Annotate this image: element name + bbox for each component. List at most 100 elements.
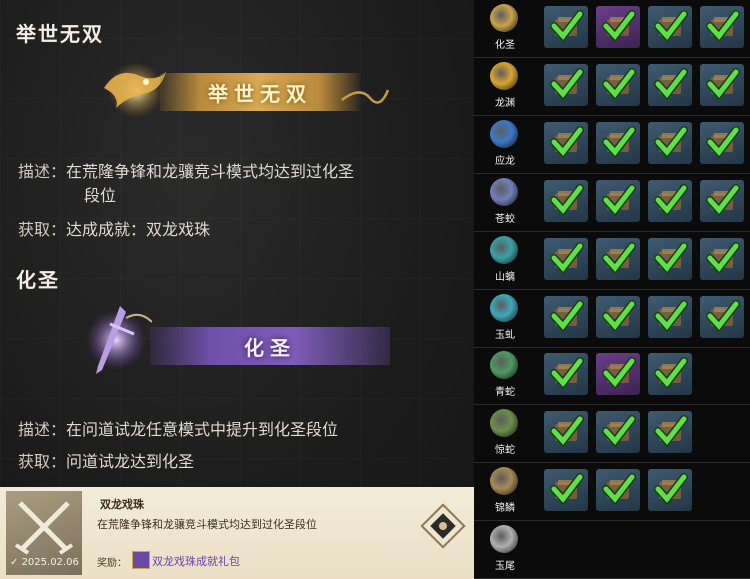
checkmark-icon (550, 68, 584, 101)
achievement-banner-2: 化圣 (150, 327, 390, 365)
checkmark-icon (602, 415, 636, 448)
checkmark-icon (706, 300, 740, 333)
reward-item-slot[interactable] (700, 6, 744, 48)
reward-item-slot[interactable] (544, 64, 588, 106)
checkmark-icon (550, 10, 584, 43)
reward-item-slot[interactable] (648, 180, 692, 222)
rank-label: 苍蛟 (495, 214, 515, 225)
rank-label: 玉尾 (495, 561, 515, 572)
reward-name[interactable]: 双龙戏珠成就礼包 (152, 553, 240, 569)
row-divider (474, 115, 750, 116)
rank-tier-1[interactable]: 化圣 (478, 2, 532, 54)
achievement-banner-1: 举世无双 (160, 73, 360, 111)
rank-tier-4[interactable]: 苍蛟 (478, 176, 532, 228)
reward-item-slot[interactable] (648, 64, 692, 106)
rank-label: 锦鳞 (495, 503, 515, 514)
reward-item-slot[interactable] (544, 238, 588, 280)
reward-label: 奖励： (97, 558, 127, 569)
checkmark-icon (550, 415, 584, 448)
achievement-date: ✓ 2025.02.06 (10, 557, 79, 568)
reward-item-slot[interactable] (648, 411, 692, 453)
checkmark-icon (706, 184, 740, 217)
row-divider (474, 404, 750, 405)
reward-item-slot[interactable] (544, 411, 588, 453)
desc-row-2: 描述：在问道试龙任意模式中提升到化圣段位 (18, 418, 338, 442)
checkmark-icon (654, 473, 688, 506)
achievement-detail-panel: 举世无双 举世无双 描述：在荒隆争锋和龙骧竞斗模式均达到过化圣 段位 获取：达成… (0, 0, 474, 579)
rank-label: 惊蛇 (495, 445, 515, 456)
reward-item-slot[interactable] (544, 180, 588, 222)
checkmark-icon (602, 357, 636, 390)
checkmark-icon (654, 357, 688, 390)
reward-item-slot[interactable] (544, 122, 588, 164)
reward-item-slot[interactable] (648, 6, 692, 48)
rank-dragon-icon (490, 351, 518, 379)
rank-tier-9[interactable]: 锦鳞 (478, 465, 532, 517)
desc-text: 在荒隆争锋和龙骧竞斗模式均达到过化圣 (66, 162, 355, 181)
desc-text-cont: 段位 (84, 186, 117, 205)
reward-item-slot[interactable] (700, 122, 744, 164)
rank-label: 山螭 (495, 272, 515, 283)
rank-label: 青蛇 (495, 387, 515, 398)
reward-item-slot[interactable] (596, 296, 640, 338)
checkmark-icon (706, 126, 740, 159)
reward-item-slot[interactable] (700, 296, 744, 338)
reward-item-slot[interactable] (648, 469, 692, 511)
rank-tier-8[interactable]: 惊蛇 (478, 407, 532, 459)
row-divider (474, 520, 750, 521)
checkmark-icon (654, 300, 688, 333)
reward-item-slot[interactable] (700, 64, 744, 106)
row-divider (474, 231, 750, 232)
reward-item-slot[interactable] (544, 469, 588, 511)
crossed-swords-icon (14, 501, 74, 555)
reward-item-slot[interactable] (700, 238, 744, 280)
reward-item-slot[interactable] (544, 296, 588, 338)
rank-dragon-icon (490, 62, 518, 90)
reward-item-slot[interactable] (596, 469, 640, 511)
rank-tier-2[interactable]: 龙渊 (478, 60, 532, 112)
get-label: 获取： (18, 220, 67, 239)
checkmark-icon (550, 242, 584, 275)
reward-item-slot[interactable] (596, 411, 640, 453)
rank-emblem-icon (420, 503, 466, 549)
rank-tier-5[interactable]: 山螭 (478, 234, 532, 286)
reward-item-slot[interactable] (596, 238, 640, 280)
get-text: 问道试龙达到化圣 (66, 452, 195, 471)
reward-item-slot[interactable] (544, 6, 588, 48)
reward-item-slot[interactable] (596, 6, 640, 48)
reward-item-slot[interactable] (596, 180, 640, 222)
row-divider (474, 57, 750, 58)
rank-tier-7[interactable]: 青蛇 (478, 349, 532, 401)
checkmark-icon (550, 126, 584, 159)
rank-tier-10[interactable]: 玉尾 (478, 523, 532, 575)
desc-label: 描述： (18, 162, 67, 181)
reward-item-slot[interactable] (544, 353, 588, 395)
reward-item-slot[interactable] (648, 353, 692, 395)
checkmark-icon (654, 184, 688, 217)
checkmark-icon (706, 10, 740, 43)
reward-gift-icon[interactable] (132, 551, 150, 569)
row-divider (474, 347, 750, 348)
rank-tier-3[interactable]: 应龙 (478, 118, 532, 170)
checkmark-icon (550, 300, 584, 333)
reward-item-slot[interactable] (648, 238, 692, 280)
get-row-1: 获取：达成成就：双龙戏珠 (18, 218, 210, 242)
reward-item-slot[interactable] (648, 122, 692, 164)
checkmark-icon (602, 184, 636, 217)
achievement-desc: 在荒隆争锋和龙骧竞斗模式均达到过化圣段位 (97, 518, 317, 531)
row-divider (474, 462, 750, 463)
reward-item-slot[interactable] (596, 122, 640, 164)
reward-item-slot[interactable] (648, 296, 692, 338)
sword-emblem-icon (86, 306, 152, 374)
rank-label: 玉虬 (495, 330, 515, 341)
rank-tier-6[interactable]: 玉虬 (478, 292, 532, 344)
checkmark-icon (706, 68, 740, 101)
date-text: 2025.02.06 (21, 557, 79, 568)
reward-item-slot[interactable] (596, 353, 640, 395)
achievement-unlock-popup[interactable]: ✓ 2025.02.06 双龙戏珠 在荒隆争锋和龙骧竞斗模式均达到过化圣段位 奖… (0, 487, 474, 579)
reward-item-slot[interactable] (596, 64, 640, 106)
rank-dragon-icon (490, 467, 518, 495)
get-label: 获取： (18, 452, 67, 471)
reward-item-slot[interactable] (700, 180, 744, 222)
checkmark-icon (602, 242, 636, 275)
